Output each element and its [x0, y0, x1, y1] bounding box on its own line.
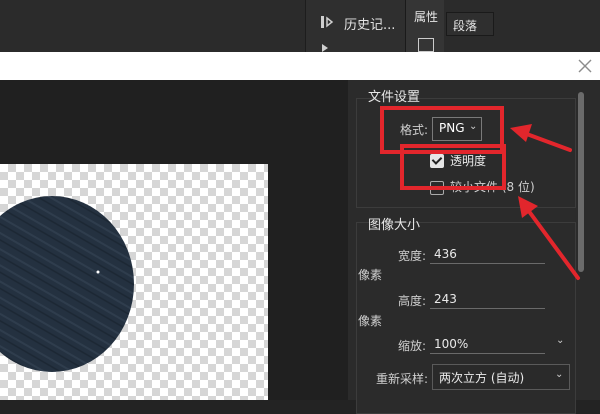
paragraph-tab-label: 段落 [453, 19, 478, 33]
height-label: 高度: [398, 294, 427, 308]
resample-select[interactable]: 两次立方 (自动) ⌄ [432, 364, 570, 390]
dialog-title-bar [0, 52, 600, 80]
workspace-area [0, 0, 305, 52]
tab-properties[interactable]: 属性 [406, 0, 444, 52]
scale-field-underline [430, 353, 545, 354]
image-icon [418, 38, 434, 52]
height-input[interactable]: 243 [434, 292, 457, 306]
chevron-down-icon: ⌄ [555, 369, 564, 380]
properties-tab-label: 属性 [414, 10, 439, 24]
resample-value: 两次立方 (自动) [439, 371, 525, 385]
scale-label: 缩放: [398, 339, 427, 353]
properties-panel: 属性 段落 [405, 0, 600, 52]
resample-label: 重新采样: [376, 372, 429, 386]
annotation-box-transparency [400, 144, 506, 190]
scrollbar-thumb[interactable] [578, 92, 584, 272]
width-input[interactable]: 436 [434, 247, 457, 261]
history-panel-tab[interactable]: 历史记... [305, 0, 406, 52]
height-field-underline [430, 308, 545, 309]
chevron-down-icon[interactable]: ⌄ [556, 335, 564, 346]
close-icon[interactable] [576, 57, 594, 75]
circle-image-preview [0, 196, 134, 372]
image-size-title: 图像大小 [368, 218, 421, 233]
tab-paragraph[interactable]: 段落 [446, 12, 494, 36]
file-settings-title: 文件设置 [368, 90, 421, 105]
history-icon [321, 16, 334, 28]
history-label: 历史记... [344, 18, 396, 33]
width-label: 宽度: [398, 249, 427, 263]
scale-input[interactable]: 100% [434, 337, 468, 351]
height-unit-label: 像素 [358, 314, 383, 328]
width-field-underline [430, 263, 545, 264]
width-unit-label: 像素 [358, 268, 383, 282]
